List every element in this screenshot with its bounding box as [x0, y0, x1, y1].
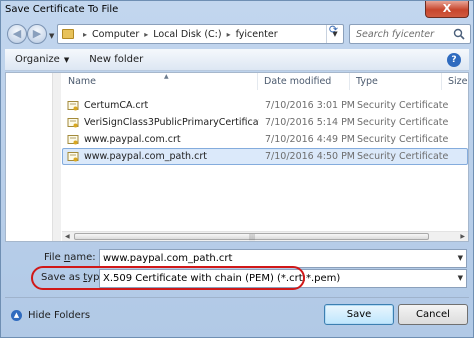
file-name: VeriSignClass3PublicPrimaryCertification…: [84, 117, 259, 128]
sort-ascending-icon: ▲: [164, 73, 169, 80]
back-button[interactable]: ◀: [7, 24, 27, 44]
hide-folders-label: Hide Folders: [28, 310, 91, 321]
footer-divider: [5, 297, 469, 298]
file-type: Security Certificate: [357, 117, 449, 128]
address-row: ◀ ▶ ▼ ▸ Computer ▸ Local Disk (C:) ▸ fyi…: [5, 21, 471, 47]
navigation-scrollbar[interactable]: [52, 73, 61, 241]
chevron-right-icon[interactable]: ▸: [227, 30, 231, 39]
save-button[interactable]: Save: [324, 304, 394, 325]
column-header-name[interactable]: Name: [62, 73, 258, 90]
back-arrow-icon: ◀: [12, 27, 22, 40]
breadcrumb-computer[interactable]: Computer: [92, 29, 139, 40]
collapse-up-icon: ▲: [11, 310, 22, 321]
column-header-row: Name Date modified Type Size: [62, 73, 468, 90]
column-header-date-modified[interactable]: Date modified: [258, 73, 350, 90]
recent-pages-dropdown-icon[interactable]: ▼: [49, 32, 54, 40]
file-name-label: File name:: [44, 252, 96, 263]
breadcrumb-local-disk[interactable]: Local Disk (C:): [153, 29, 221, 40]
title-bar: Save Certificate To File: [1, 1, 473, 19]
command-bar: Organize ▼ New folder ?: [5, 49, 469, 71]
certificate-icon: [67, 151, 79, 161]
file-name-cell: VeriSignClass3PublicPrimaryCertification…: [63, 117, 259, 129]
label-part: Save as: [41, 272, 84, 283]
file-name: www.paypal.com_path.crt: [84, 151, 207, 162]
chevron-down-icon[interactable]: ▼: [458, 250, 463, 267]
column-header-size[interactable]: Size: [442, 73, 468, 90]
grip-icon: |||: [249, 234, 256, 241]
folder-icon: [62, 29, 74, 39]
help-icon[interactable]: ?: [447, 53, 461, 67]
window-title: Save Certificate To File: [5, 4, 119, 15]
chevron-right-icon[interactable]: ▸: [144, 30, 148, 39]
file-type: Security Certificate: [357, 100, 449, 111]
file-date: 7/10/2016 4:49 PM: [265, 134, 356, 145]
search-icon[interactable]: [453, 28, 465, 40]
forward-arrow-icon: ▶: [32, 27, 42, 40]
new-folder-button[interactable]: New folder: [79, 49, 153, 70]
forward-button[interactable]: ▶: [27, 24, 47, 44]
file-name-cell: CertumCA.crt: [63, 100, 259, 112]
file-name: www.paypal.com.crt: [84, 134, 181, 145]
hide-folders-toggle[interactable]: ▲ Hide Folders: [11, 310, 90, 321]
organize-label: Organize: [15, 54, 60, 65]
close-icon: X: [442, 2, 452, 15]
breadcrumb-fyicenter[interactable]: fyicenter: [236, 29, 278, 40]
file-name-cell: www.paypal.com_path.crt: [63, 151, 259, 163]
cancel-button[interactable]: Cancel: [398, 304, 468, 325]
address-bar[interactable]: ▸ Computer ▸ Local Disk (C:) ▸ fyicenter…: [57, 24, 344, 44]
file-type: Security Certificate: [357, 134, 449, 145]
column-header-type[interactable]: Type: [350, 73, 442, 90]
file-date: 7/10/2016 4:50 PM: [265, 151, 356, 162]
file-name: CertumCA.crt: [84, 100, 149, 111]
file-row[interactable]: VeriSignClass3PublicPrimaryCertification…: [62, 114, 468, 131]
file-list[interactable]: Name Date modified Type Size ▲ CertumCA.…: [62, 73, 468, 241]
refresh-icon[interactable]: ⟳: [327, 22, 340, 38]
horizontal-scrollbar[interactable]: ◀ ||| ▶: [62, 231, 468, 241]
label-part: File: [44, 252, 64, 263]
browser-pane: Name Date modified Type Size ▲ CertumCA.…: [5, 72, 469, 242]
scroll-left-icon[interactable]: ◀: [65, 233, 70, 240]
file-date: 7/10/2016 3:01 PM: [265, 100, 356, 111]
file-name-field[interactable]: www.paypal.com_path.crt ▼: [99, 249, 467, 268]
scrollbar-thumb[interactable]: |||: [74, 233, 429, 241]
save-dialog: Save Certificate To File X ◀ ▶ ▼ ▸ Compu…: [0, 0, 474, 338]
save-as-type-select[interactable]: X.509 Certificate with chain (PEM) (*.cr…: [99, 269, 467, 288]
chevron-down-icon[interactable]: ▼: [458, 270, 463, 287]
certificate-icon: [67, 134, 79, 144]
certificate-icon: [67, 117, 79, 127]
search-input[interactable]: Search fyicenter: [349, 24, 471, 44]
file-name-value: www.paypal.com_path.crt: [103, 253, 233, 264]
file-type: Security Certificate: [357, 151, 449, 162]
save-as-type-value: X.509 Certificate with chain (PEM) (*.cr…: [103, 273, 341, 284]
organize-button[interactable]: Organize ▼: [5, 49, 79, 70]
file-row[interactable]: CertumCA.crt 7/10/2016 3:01 PM Security …: [62, 97, 468, 114]
chevron-right-icon[interactable]: ▸: [83, 30, 87, 39]
new-folder-label: New folder: [89, 54, 144, 65]
file-date: 7/10/2016 5:14 PM: [265, 117, 356, 128]
file-rows: CertumCA.crt 7/10/2016 3:01 PM Security …: [62, 97, 468, 165]
navigation-pane[interactable]: [6, 73, 61, 241]
scroll-right-icon[interactable]: ▶: [460, 233, 465, 240]
chevron-down-icon: ▼: [63, 55, 70, 64]
file-name-cell: www.paypal.com.crt: [63, 134, 259, 146]
file-row[interactable]: www.paypal.com.crt 7/10/2016 4:49 PM Sec…: [62, 131, 468, 148]
file-row-selected[interactable]: www.paypal.com_path.crt 7/10/2016 4:50 P…: [62, 148, 468, 165]
close-button[interactable]: X: [425, 1, 469, 18]
certificate-icon: [67, 100, 79, 110]
search-placeholder: Search fyicenter: [356, 28, 435, 40]
label-part: ame:: [70, 252, 96, 263]
